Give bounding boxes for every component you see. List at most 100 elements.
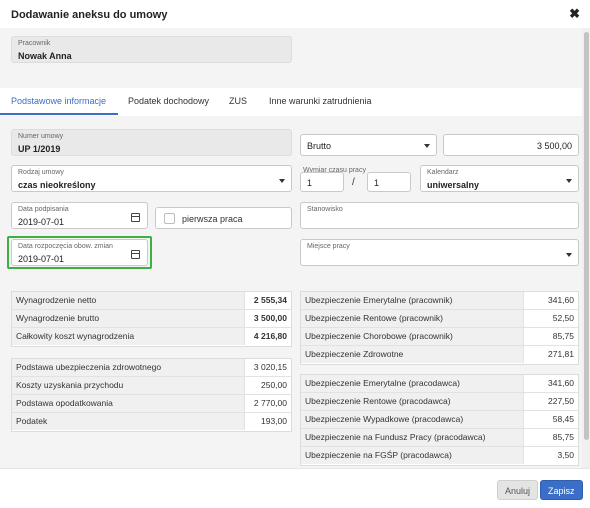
- first-job-checkbox[interactable]: [164, 213, 175, 224]
- start-date-value: 2019-07-01: [18, 254, 65, 264]
- row-value: 227,50: [548, 396, 574, 406]
- chevron-down-icon: [566, 253, 572, 257]
- position-input[interactable]: Stanowisko: [300, 202, 579, 229]
- scrollbar-thumb[interactable]: [584, 32, 589, 440]
- signing-date-label: Data podpisania: [18, 206, 69, 213]
- employee-field: Pracownik Nowak Anna: [11, 36, 292, 63]
- position-label: Stanowisko: [307, 206, 343, 213]
- contract-type-select[interactable]: Rodzaj umowy czas nieokreślony: [11, 165, 292, 192]
- employee-label: Pracownik: [18, 40, 51, 47]
- tax-summary-table: Podstawa ubezpieczenia zdrowotnego 3 020…: [11, 358, 292, 432]
- row-label: Ubezpieczenie na FGŚP (pracodawca): [301, 447, 524, 464]
- row-value: 52,50: [552, 313, 574, 323]
- salary-type-select[interactable]: Brutto: [300, 134, 437, 156]
- row-label: Ubezpieczenie Wypadkowe (pracodawca): [301, 411, 524, 428]
- table-row: Ubezpieczenie Rentowe (pracownik) 52,50: [301, 310, 578, 328]
- tab-podstawowe-informacje[interactable]: Podstawowe informacje: [11, 96, 106, 106]
- dialog-header: Dodawanie aneksu do umowy ✖: [0, 0, 590, 28]
- chevron-down-icon: [424, 144, 430, 148]
- signing-date-input[interactable]: Data podpisania 2019-07-01: [11, 202, 148, 229]
- row-value: 85,75: [552, 331, 574, 341]
- row-label: Koszty uzyskania przychodu: [12, 377, 245, 394]
- row-label: Ubezpieczenie Chorobowe (pracownik): [301, 328, 524, 345]
- tab-podatek-dochodowy[interactable]: Podatek dochodowy: [128, 96, 209, 106]
- row-label: Wynagrodzenie brutto: [12, 310, 245, 327]
- row-label: Podstawa ubezpieczenia zdrowotnego: [12, 359, 245, 376]
- start-date-label: Data rozpoczęcia obow. zmian: [18, 243, 113, 250]
- dialog-body: Pracownik Nowak Anna Podstawowe informac…: [0, 28, 582, 468]
- row-label: Podstawa opodatkowania: [12, 395, 245, 412]
- workplace-select[interactable]: Miejsce pracy: [300, 239, 579, 266]
- working-time-numerator-value: 1: [307, 178, 313, 188]
- working-time-numerator-input[interactable]: 1: [300, 172, 344, 192]
- employee-value: Nowak Anna: [18, 51, 72, 61]
- employee-insurance-table: Ubezpieczenie Emerytalne (pracownik) 341…: [300, 291, 579, 365]
- save-button[interactable]: Zapisz: [540, 480, 583, 500]
- row-value: 2 770,00: [253, 398, 287, 408]
- dialog-footer: Anuluj Zapisz: [0, 468, 590, 508]
- row-label: Ubezpieczenie Rentowe (pracownik): [301, 310, 524, 327]
- first-job-checkbox-field[interactable]: pierwsza praca: [155, 207, 292, 229]
- row-label: Ubezpieczenie Zdrowotne: [301, 346, 524, 363]
- table-row: Podstawa opodatkowania 2 770,00: [12, 395, 291, 413]
- dialog-title: Dodawanie aneksu do umowy: [11, 9, 168, 21]
- contract-type-value: czas nieokreślony: [18, 180, 96, 190]
- signing-date-value: 2019-07-01: [18, 217, 65, 227]
- row-value: 250,00: [261, 380, 287, 390]
- table-row: Ubezpieczenie Zdrowotne 271,81: [301, 346, 578, 364]
- row-label: Ubezpieczenie na Fundusz Pracy (pracodaw…: [301, 429, 524, 446]
- tab-active-indicator: [0, 113, 118, 115]
- table-row: Całkowity koszt wynagrodzenia 4 216,80: [12, 328, 291, 346]
- table-row: Koszty uzyskania przychodu 250,00: [12, 377, 291, 395]
- table-row: Ubezpieczenie Wypadkowe (pracodawca) 58,…: [301, 411, 578, 429]
- row-value: 3 500,00: [253, 313, 287, 323]
- row-value: 341,60: [548, 378, 574, 388]
- cancel-button[interactable]: Anuluj: [497, 480, 539, 500]
- row-label: Ubezpieczenie Rentowe (pracodawca): [301, 393, 524, 410]
- table-row: Ubezpieczenie Emerytalne (pracodawca) 34…: [301, 375, 578, 393]
- row-label: Podatek: [12, 413, 245, 430]
- contract-type-label: Rodzaj umowy: [18, 169, 64, 176]
- contract-number-label: Numer umowy: [18, 133, 64, 140]
- salary-amount-value: 3 500,00: [536, 141, 572, 151]
- calendar-label: Kalendarz: [427, 169, 459, 176]
- table-row: Ubezpieczenie Emerytalne (pracownik) 341…: [301, 292, 578, 310]
- row-label: Całkowity koszt wynagrodzenia: [12, 328, 245, 345]
- row-value: 193,00: [261, 416, 287, 426]
- salary-amount-input[interactable]: 3 500,00: [443, 134, 579, 156]
- row-value: 3,50: [557, 450, 574, 460]
- table-row: Ubezpieczenie Rentowe (pracodawca) 227,5…: [301, 393, 578, 411]
- calendar-icon[interactable]: [131, 250, 140, 259]
- contract-number-value: UP 1/2019: [18, 144, 61, 154]
- employer-insurance-table: Ubezpieczenie Emerytalne (pracodawca) 34…: [300, 374, 579, 466]
- row-value: 271,81: [548, 349, 574, 359]
- table-row: Podstawa ubezpieczenia zdrowotnego 3 020…: [12, 359, 291, 377]
- table-row: Podatek 193,00: [12, 413, 291, 431]
- calendar-value: uniwersalny: [427, 180, 480, 190]
- tab-inne-warunki[interactable]: Inne warunki zatrudnienia: [269, 96, 372, 106]
- row-value: 3 020,15: [253, 362, 287, 372]
- row-value: 85,75: [552, 432, 574, 442]
- salary-type-value: Brutto: [307, 141, 332, 151]
- row-value: 4 216,80: [253, 331, 287, 341]
- close-icon[interactable]: ✖: [569, 6, 580, 22]
- workplace-label: Miejsce pracy: [307, 243, 350, 250]
- chevron-down-icon: [279, 179, 285, 183]
- table-row: Wynagrodzenie brutto 3 500,00: [12, 310, 291, 328]
- table-row: Ubezpieczenie Chorobowe (pracownik) 85,7…: [301, 328, 578, 346]
- row-label: Ubezpieczenie Emerytalne (pracownik): [301, 292, 524, 309]
- table-row: Ubezpieczenie na FGŚP (pracodawca) 3,50: [301, 447, 578, 465]
- start-date-input[interactable]: Data rozpoczęcia obow. zmian 2019-07-01: [11, 239, 148, 266]
- tab-zus[interactable]: ZUS: [229, 96, 247, 106]
- row-value: 58,45: [552, 414, 574, 424]
- working-time-denominator-input[interactable]: 1: [367, 172, 411, 192]
- row-label: Wynagrodzenie netto: [12, 292, 245, 309]
- calendar-select[interactable]: Kalendarz uniwersalny: [420, 165, 579, 192]
- row-label: Ubezpieczenie Emerytalne (pracodawca): [301, 375, 524, 392]
- row-value: 2 555,34: [253, 295, 287, 305]
- chevron-down-icon: [566, 179, 572, 183]
- table-row: Wynagrodzenie netto 2 555,34: [12, 292, 291, 310]
- salary-summary-table: Wynagrodzenie netto 2 555,34 Wynagrodzen…: [11, 291, 292, 347]
- calendar-icon[interactable]: [131, 213, 140, 222]
- first-job-label: pierwsza praca: [182, 214, 243, 224]
